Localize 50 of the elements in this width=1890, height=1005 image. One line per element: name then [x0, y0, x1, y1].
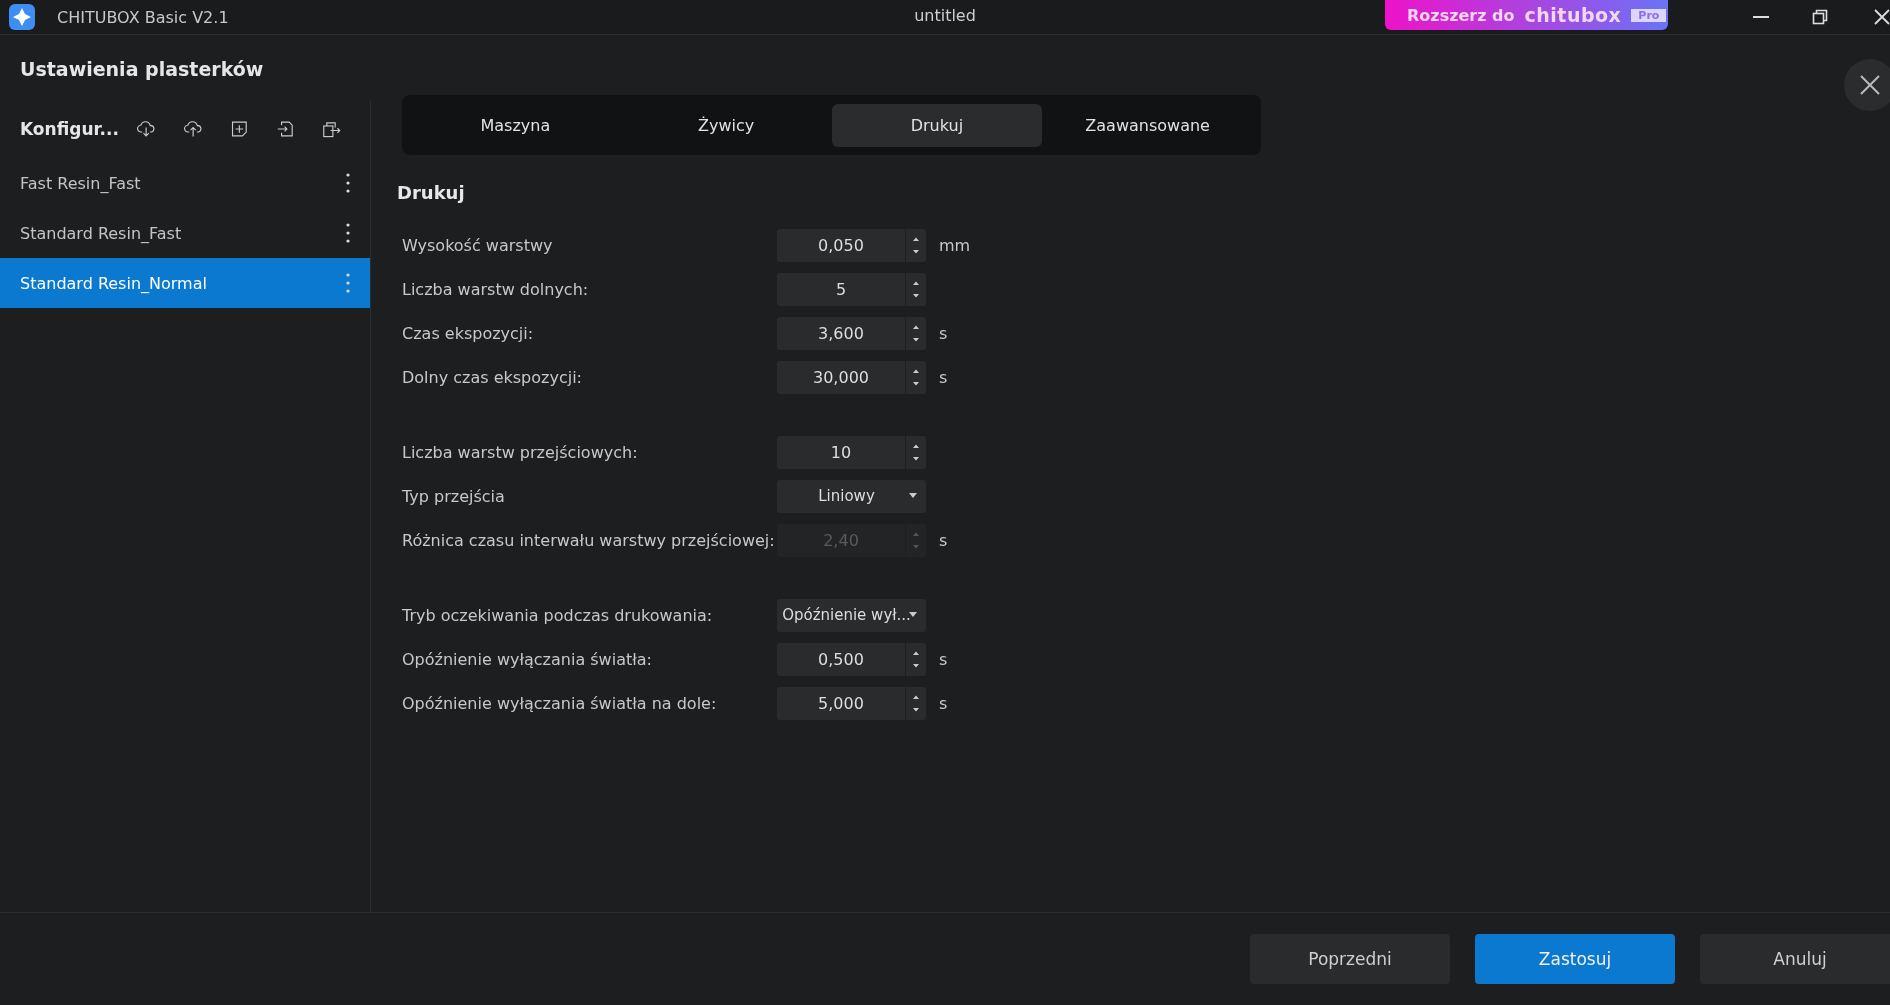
dialog-button[interactable]: Zastosuj	[1475, 934, 1675, 984]
settings-tab[interactable]: Zaawansowane	[1042, 103, 1253, 147]
setting-label: Opóźnienie wyłączania światła na dole:	[402, 693, 718, 713]
cloud-upload-icon[interactable]	[184, 118, 203, 140]
spinner-arrows-icon[interactable]	[906, 360, 926, 394]
document-title: untitled	[914, 6, 976, 25]
unit-label: s	[939, 649, 948, 669]
setting-label: Wysokość warstwy	[402, 235, 554, 255]
settings-tab[interactable]: Drukuj	[831, 103, 1043, 147]
setting-label: Tryb oczekiwania podczas drukowania:	[402, 605, 714, 625]
settings-tab[interactable]: Maszyna	[410, 103, 621, 147]
spinner-arrows-icon[interactable]	[906, 435, 926, 469]
profile-list-item[interactable]: Fast Resin_Fast	[0, 158, 370, 208]
dropdown-field[interactable]: Liniowy	[777, 479, 926, 513]
close-button[interactable]	[1844, 59, 1890, 111]
dropdown-field[interactable]: Opóźnienie wył...	[777, 598, 926, 632]
spinner-arrows-icon[interactable]	[906, 686, 926, 720]
restore-icon[interactable]	[1812, 9, 1828, 25]
app-title: CHITUBOX Basic V2.1	[57, 7, 229, 27]
setting-label: Dolny czas ekspozycji:	[402, 367, 583, 387]
unit-label: s	[939, 323, 948, 343]
profile-list-item[interactable]: Standard Resin_Fast	[0, 208, 370, 258]
dialog-button[interactable]: Anuluj	[1700, 934, 1890, 984]
caret-icon	[908, 492, 918, 499]
more-options-icon[interactable]	[346, 223, 350, 243]
dialog-button[interactable]: Poprzedni	[1250, 934, 1450, 984]
more-options-icon[interactable]	[346, 173, 350, 193]
profile-list-item[interactable]: Standard Resin_Normal	[0, 258, 370, 308]
setting-label: Różnica czasu interwału warstwy przejściowej:	[402, 530, 776, 550]
unit-label: s	[939, 530, 948, 550]
unit-label: s	[939, 367, 948, 387]
setting-label: Liczba warstw dolnych:	[402, 279, 590, 299]
spinner-arrows-icon[interactable]	[906, 228, 926, 262]
profiles-heading: Konfigur...	[20, 119, 119, 139]
setting-label: Liczba warstw przejściowych:	[402, 442, 639, 462]
caret-icon	[908, 611, 918, 618]
spinner-arrows-icon[interactable]	[906, 642, 926, 676]
unit-label: mm	[939, 235, 971, 255]
setting-label: Opóźnienie wyłączania światła:	[402, 649, 653, 669]
unit-label: s	[939, 693, 948, 713]
setting-label: Typ przejścia	[402, 486, 506, 506]
dialog-title: Ustawienia plasterków	[20, 57, 264, 80]
spinner-arrows-icon[interactable]	[906, 272, 926, 306]
setting-label: Czas ekspozycji:	[402, 323, 535, 343]
section-title: Drukuj	[397, 182, 466, 203]
app-logo-icon	[9, 4, 35, 30]
close-icon[interactable]	[1874, 9, 1890, 25]
settings-tab[interactable]: Żywicy	[620, 103, 832, 147]
spinner-arrows-icon[interactable]	[906, 316, 926, 350]
close-icon	[1859, 74, 1881, 96]
